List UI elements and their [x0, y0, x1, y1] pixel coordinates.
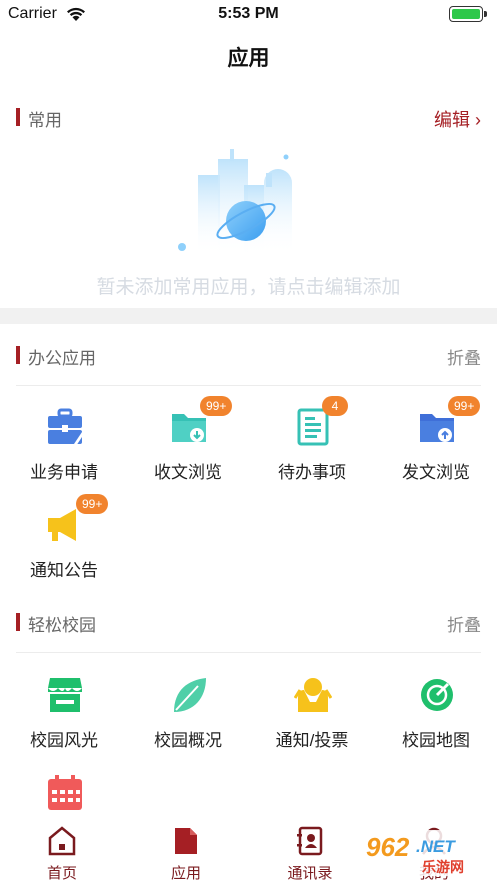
campus-title: 轻松校园: [28, 616, 96, 635]
app-notice-vote[interactable]: 通知/投票: [250, 676, 374, 766]
app-label: 通知/投票: [275, 731, 349, 750]
app-campus-map[interactable]: 校园地图: [374, 676, 497, 766]
unread-badge: 99+: [448, 396, 481, 416]
office-header: 办公应用 折叠: [0, 340, 497, 370]
tab-home[interactable]: 首页: [0, 822, 124, 883]
collapse-campus-button[interactable]: 折叠: [447, 611, 481, 636]
svg-text:962: 962: [366, 832, 410, 862]
app-label: 校园风光: [30, 731, 98, 750]
app-announcements[interactable]: 99+ 通知公告: [2, 494, 126, 596]
campus-header: 轻松校园 折叠: [0, 607, 497, 637]
edit-button[interactable]: 编辑 ›: [434, 106, 481, 132]
unread-badge: 99+: [200, 396, 233, 416]
svg-text:.NET: .NET: [416, 837, 456, 856]
app-label: 发文浏览: [402, 463, 470, 482]
section-accent-bar: [16, 613, 20, 631]
map-compass-icon: [421, 679, 453, 711]
app-incoming-docs[interactable]: 99+ 收文浏览: [126, 396, 250, 498]
tab-contacts[interactable]: 通讯录: [248, 822, 372, 883]
contacts-icon: [297, 826, 323, 856]
divider: [16, 385, 481, 386]
tab-label: 应用: [170, 865, 201, 882]
toolbox-icon: [48, 408, 84, 446]
storefront-icon: [48, 678, 82, 712]
svg-text:乐游网: 乐游网: [422, 859, 464, 876]
divider: [16, 652, 481, 653]
office-title: 办公应用: [28, 349, 96, 368]
folder-upload-icon: [420, 414, 454, 442]
collapse-office-button[interactable]: 折叠: [447, 344, 481, 369]
unread-badge: 99+: [76, 494, 109, 514]
todo-badge: 4: [322, 396, 348, 416]
section-separator: [0, 308, 497, 324]
tab-label: 首页: [46, 865, 77, 882]
favorites-title: 常用: [28, 111, 62, 130]
folder-download-icon: [172, 414, 206, 442]
chevron-right-icon: ›: [475, 110, 481, 130]
app-label: 校园地图: [402, 731, 470, 750]
app-label: 业务申请: [30, 463, 98, 482]
section-accent-bar: [16, 108, 20, 126]
apps-document-icon: [175, 828, 197, 854]
app-label: 待办事项: [278, 463, 346, 482]
home-icon: [48, 826, 76, 856]
app-label: 通知公告: [30, 561, 98, 580]
people-icon: [294, 678, 332, 712]
app-label: 校园概况: [154, 731, 222, 750]
empty-city-illustration: [178, 149, 292, 255]
leaf-icon: [174, 678, 206, 712]
app-business-apply[interactable]: 业务申请: [2, 408, 126, 498]
empty-state-text: 暂未添加常用应用，请点击编辑添加: [96, 277, 401, 298]
favorites-header: 常用 编辑 ›: [0, 102, 497, 132]
app-campus-scenery[interactable]: 校园风光: [2, 676, 126, 766]
app-label: 收文浏览: [154, 463, 222, 482]
app-campus-overview[interactable]: 校园概况: [126, 676, 250, 766]
status-bar: Carrier 5:53 PM: [0, 0, 497, 30]
tab-label: 通讯录: [287, 865, 333, 882]
site-watermark-logo: 962 .NET 乐游网: [360, 830, 491, 876]
calendar-icon: [48, 775, 82, 810]
section-accent-bar: [16, 346, 20, 364]
tab-apps[interactable]: 应用: [124, 822, 248, 883]
app-outgoing-docs[interactable]: 99+ 发文浏览: [374, 396, 497, 498]
megaphone-icon: [48, 509, 76, 541]
page-title: 应用: [227, 47, 270, 70]
battery-icon: [449, 6, 487, 22]
app-todo[interactable]: 4 待办事项: [250, 396, 374, 498]
clock: 5:53 PM: [218, 5, 279, 22]
